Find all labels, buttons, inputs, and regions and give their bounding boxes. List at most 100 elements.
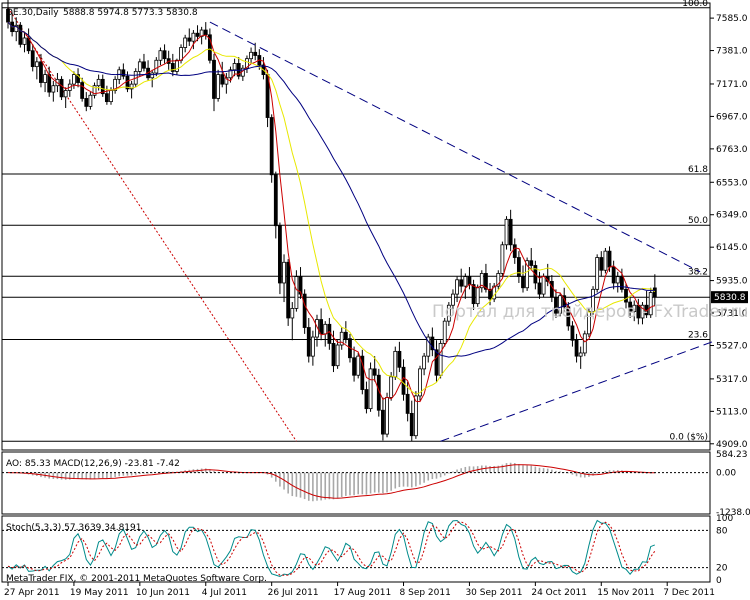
macd-axis-label: 584.23 [716, 450, 748, 460]
candle-body [30, 50, 35, 68]
time-axis-label: 10 Jun 2011 [136, 588, 190, 598]
candle-body [405, 393, 410, 414]
candle-body [104, 93, 109, 103]
candle-body [397, 350, 402, 368]
candle-body [385, 397, 389, 435]
price-axis-label: 5317.0 [716, 375, 748, 385]
candle-body [463, 276, 468, 287]
time-axis-label: 30 Sep 2011 [465, 588, 522, 598]
candle-body [549, 280, 554, 298]
trendline [209, 21, 701, 273]
candle-body [352, 357, 356, 376]
main-price-axis: 7585.0 7381.0 7171.0 6967.0 6763.0 6553.0 6349… [710, 14, 748, 450]
time-axis-label: 7 Dec 2011 [663, 588, 715, 598]
candle-body [253, 51, 258, 56]
candle-body [603, 250, 608, 271]
candle-body [18, 24, 23, 45]
candle-body [273, 174, 278, 227]
fib-level-label: 100.0 [682, 0, 708, 9]
candle-body [372, 368, 377, 376]
candle-body [109, 90, 113, 103]
price-axis-label: 4909.0 [716, 440, 748, 450]
candle-body [578, 352, 583, 357]
candle-body [96, 78, 101, 87]
macd-signal-line [7, 464, 655, 499]
candle-body [278, 225, 282, 284]
time-axis-label: 15 Nov 2011 [597, 588, 655, 598]
price-axis-label: 5935.0 [716, 277, 748, 287]
time-axis: 27 Apr 2011 19 May 2011 10 Jun 2011 4 Jul 2… [4, 582, 715, 598]
candle-body [455, 279, 459, 295]
price-axis-label: 6553.0 [716, 178, 748, 188]
candle-body [381, 409, 385, 435]
candle-body [335, 344, 340, 367]
candle-body [195, 32, 200, 37]
price-axis-label: 6349.0 [716, 211, 748, 221]
stoch-axis-label: 100 [716, 514, 733, 524]
candle-body [220, 74, 225, 85]
candle-body [269, 117, 274, 176]
candle-body [216, 74, 221, 99]
candle-body [570, 325, 575, 341]
candle-body [191, 32, 196, 42]
ma-fast-line [7, 21, 655, 403]
candle-body [624, 288, 628, 303]
candle-body [175, 59, 179, 72]
candles [6, 0, 657, 442]
candle-body [88, 94, 93, 107]
candle-body [582, 333, 587, 354]
candle-body [422, 355, 427, 370]
candle-body [286, 261, 291, 319]
fib-level-label: 61.8 [688, 165, 708, 175]
candle-body [323, 323, 328, 335]
ma-mid-line [7, 21, 656, 395]
panel-frame-0 [1, 2, 711, 451]
price-axis-label: 5113.0 [716, 407, 748, 417]
candle-body [364, 389, 369, 410]
candle-body [72, 74, 76, 85]
chart-canvas[interactable]: 100.0 61.8 50.0 38.2 23.6 0.0 ($%) 7585.0 7381… [0, 0, 750, 600]
price-axis-label: 7381.0 [716, 47, 748, 57]
candle-body [142, 61, 146, 69]
candle-body [162, 50, 167, 60]
candle-body [574, 339, 579, 357]
candle-body [393, 350, 398, 378]
time-axis-label: 4 Jul 2011 [202, 588, 247, 598]
candle-body [310, 336, 315, 357]
candle-body [294, 276, 299, 309]
candle-body [389, 376, 394, 398]
candle-body [232, 63, 237, 71]
candle-body [203, 29, 208, 36]
price-axis-label: 7585.0 [716, 14, 748, 24]
candle-body [356, 355, 361, 376]
candle-body [63, 90, 68, 98]
candle-body [282, 261, 286, 284]
candle-body [652, 287, 657, 298]
candle-body [39, 61, 43, 83]
candle-body [47, 74, 52, 93]
time-axis-label: 19 May 2011 [70, 588, 129, 598]
candle-body [537, 282, 542, 295]
fibonacci-levels: 100.0 61.8 50.0 38.2 23.6 0.0 ($%) [2, 0, 710, 442]
candle-body [504, 218, 509, 246]
candle-body [413, 395, 418, 437]
stoch-axis-label: 0 [716, 576, 722, 586]
candle-body [187, 37, 192, 42]
trendline [440, 339, 717, 442]
candle-body [43, 74, 47, 83]
copyright-text: MetaTrader FIX, © 2001-2011 MetaQuotes S… [6, 574, 267, 584]
chart-header: DE.30,Daily [6, 8, 59, 18]
fib-level-label: 23.6 [688, 330, 708, 340]
stoch-axis-label: 80 [716, 526, 728, 536]
candle-body [459, 279, 464, 287]
price-axis-label: 6967.0 [716, 112, 748, 122]
candle-body [34, 61, 39, 68]
moving-averages [7, 21, 656, 403]
candle-body [22, 37, 27, 45]
candle-body [84, 98, 89, 107]
candle-body [150, 72, 155, 79]
candle-body [212, 59, 216, 99]
candle-body [368, 368, 373, 410]
candle-body [615, 276, 620, 284]
candle-body [599, 257, 604, 271]
